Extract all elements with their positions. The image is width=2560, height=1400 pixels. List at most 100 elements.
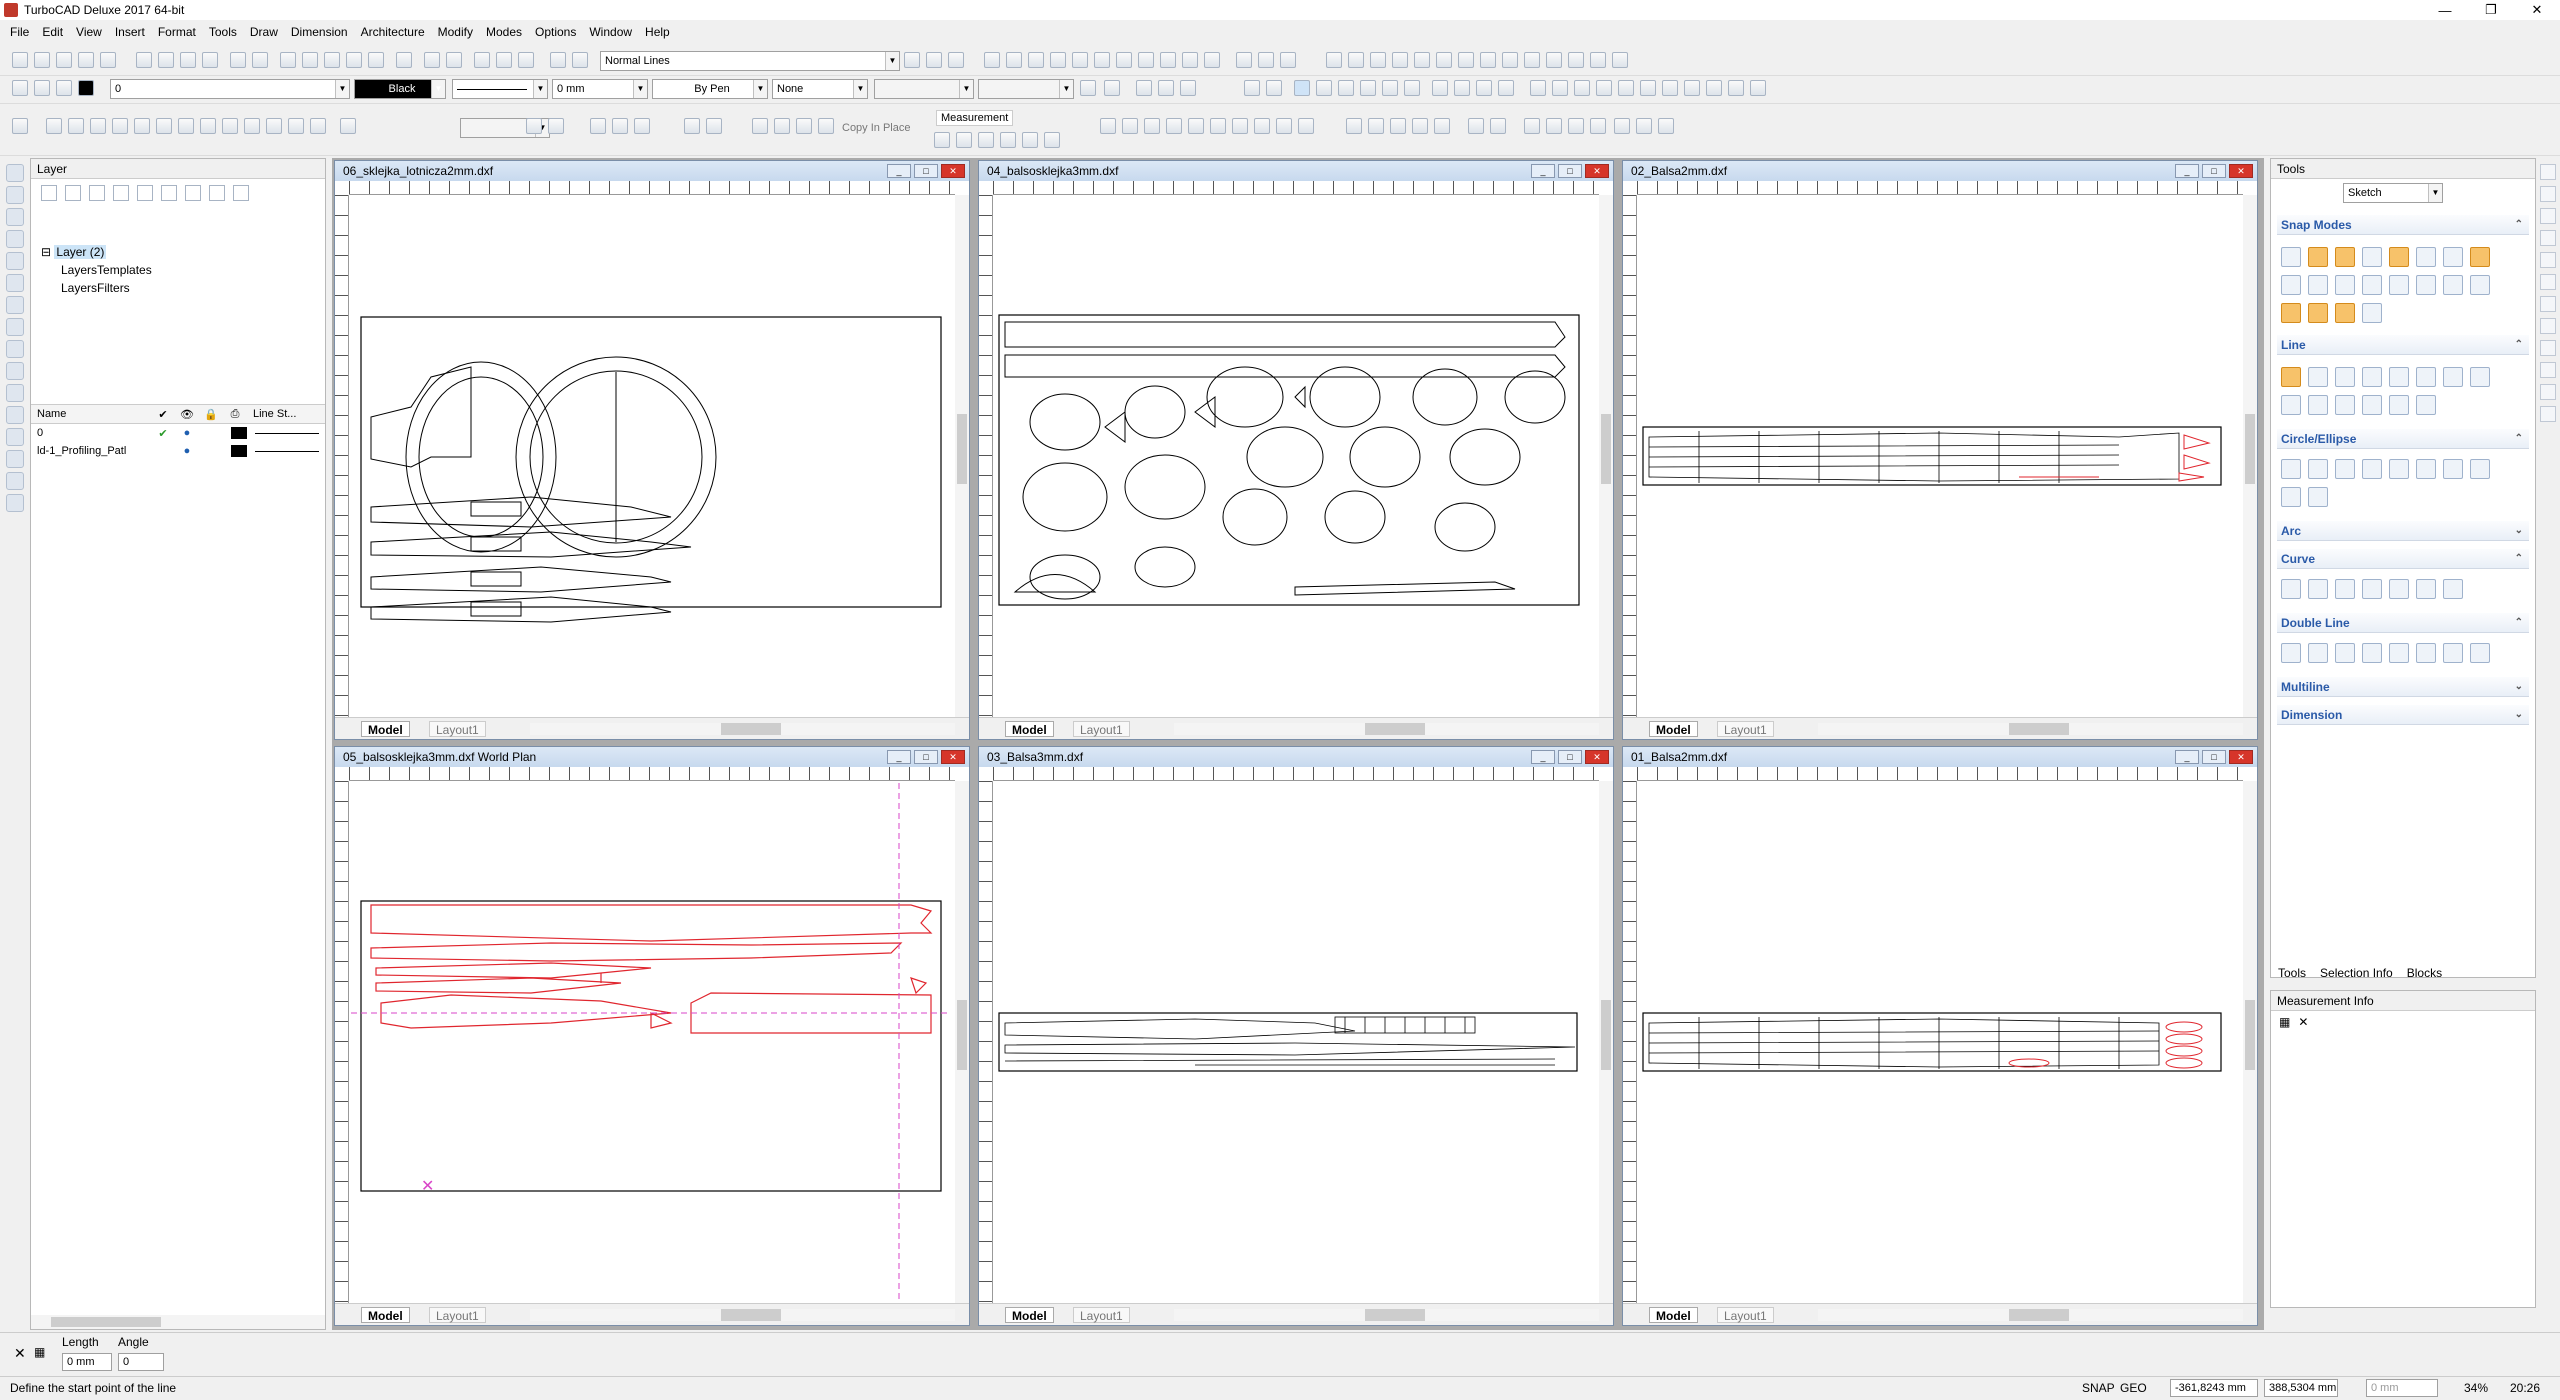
snap-perp-tool-icon[interactable] — [2389, 275, 2409, 295]
model-tab[interactable]: Model — [1649, 1307, 1698, 1323]
model-tab[interactable]: Model — [1649, 721, 1698, 737]
polygon-tool-icon[interactable] — [1210, 118, 1226, 134]
view-left-icon[interactable] — [1596, 80, 1612, 96]
selection-info-tab[interactable]: Selection Info — [2320, 966, 2393, 980]
menu-tools[interactable]: Tools — [209, 25, 237, 39]
line-circle-icon[interactable] — [2281, 395, 2301, 415]
move-icon[interactable] — [752, 118, 768, 134]
snap-center-icon[interactable] — [1050, 52, 1066, 68]
match-properties-icon[interactable] — [202, 52, 218, 68]
visible-eye-icon[interactable]: ● — [175, 427, 199, 439]
loft-icon[interactable] — [244, 118, 260, 134]
dimension-draw-icon[interactable] — [6, 340, 24, 358]
layer-add-icon[interactable] — [137, 185, 153, 201]
snap-grid-icon[interactable] — [984, 52, 1000, 68]
layout-tab[interactable]: Layout1 — [429, 721, 486, 737]
circle-3pt-icon[interactable] — [2335, 459, 2355, 479]
spline-tool-icon[interactable] — [1232, 118, 1248, 134]
cylinder-icon[interactable] — [68, 118, 84, 134]
snap-vertex-tool-icon[interactable] — [2308, 247, 2328, 267]
rectangle-icon[interactable] — [2389, 367, 2409, 387]
snap-cross-icon[interactable] — [2416, 275, 2436, 295]
layout-tab[interactable]: Layout1 — [1073, 1307, 1130, 1323]
wedge-icon[interactable] — [134, 118, 150, 134]
drawing-canvas[interactable] — [1639, 783, 2243, 1303]
arc-tool-icon[interactable] — [1144, 118, 1160, 134]
viewport-maximize-button[interactable]: □ — [1558, 164, 1582, 178]
spring-icon[interactable] — [310, 118, 326, 134]
snap-percent-tool-icon[interactable] — [2308, 275, 2328, 295]
tools-mode-select[interactable]: Sketch ▼ — [2343, 183, 2443, 203]
layer-eye-icon[interactable] — [56, 80, 72, 96]
properties-icon[interactable] — [518, 52, 534, 68]
trim-icon[interactable] — [1346, 118, 1362, 134]
viewport-05-balsosklejka[interactable]: 05_balsosklejka3mm.dxf World Plan _□✕ — [334, 746, 970, 1326]
layer-linestyle-sample[interactable] — [255, 450, 319, 452]
measure-volume-icon[interactable] — [1044, 132, 1060, 148]
curve-sketch-icon[interactable] — [2443, 579, 2463, 599]
bezier-icon[interactable] — [2308, 579, 2328, 599]
pan-icon[interactable] — [368, 52, 384, 68]
help-pointer-icon[interactable] — [904, 52, 920, 68]
property-icon[interactable] — [1104, 80, 1120, 96]
viewport-title-bar[interactable]: 06_sklejka_lotnicza2mm.dxf _ □ ✕ — [335, 161, 969, 181]
measure-area-icon[interactable] — [1000, 132, 1016, 148]
section-arc[interactable]: Arc ⌄ — [2277, 521, 2529, 541]
circle-ttt-icon[interactable] — [2389, 459, 2409, 479]
layer-properties-icon[interactable] — [209, 185, 225, 201]
circle-center-icon[interactable] — [2281, 459, 2301, 479]
print-preview-strip-icon[interactable] — [2540, 340, 2556, 356]
drawing-canvas[interactable] — [1639, 197, 2243, 717]
layer-tree-root[interactable]: ⊟ Layer (2) — [41, 243, 315, 261]
book-icon[interactable] — [926, 52, 942, 68]
layer-delete-icon[interactable] — [161, 185, 177, 201]
viewport-01-balsa[interactable]: 01_Balsa2mm.dxf _ □ ✕ Model Layout1 — [1622, 746, 2258, 1326]
line-angle-icon[interactable] — [2308, 367, 2328, 387]
layer-color-swatch[interactable] — [231, 445, 247, 457]
blank-select-2[interactable]: ▼ — [978, 79, 1074, 99]
join-icon[interactable] — [1490, 118, 1506, 134]
layer-refresh-icon[interactable] — [113, 185, 129, 201]
hatch-icon[interactable] — [1480, 52, 1496, 68]
layers-icon[interactable] — [496, 52, 512, 68]
measure-distance-icon[interactable] — [1432, 80, 1448, 96]
print-strip-icon[interactable] — [2540, 252, 2556, 268]
ellipse-rotated-icon[interactable] — [2308, 487, 2328, 507]
layer-lock-icon[interactable] — [233, 185, 249, 201]
snap-tangent-icon[interactable] — [1116, 52, 1132, 68]
zoom-out-icon[interactable] — [324, 52, 340, 68]
select-tool-icon[interactable] — [6, 164, 24, 182]
meta-tool-icon[interactable] — [1524, 118, 1540, 134]
select-by-color-icon[interactable] — [1382, 80, 1398, 96]
new-file-icon[interactable] — [12, 52, 28, 68]
curve-freehand-icon[interactable] — [2389, 579, 2409, 599]
print-icon[interactable] — [78, 52, 94, 68]
single-line-icon[interactable] — [2281, 367, 2301, 387]
copy-in-place-label[interactable]: Copy In Place — [842, 122, 910, 134]
z-coordinate[interactable]: 0 mm — [2366, 1379, 2438, 1397]
close-button[interactable]: ✕ — [2514, 0, 2560, 20]
hand-strip-icon[interactable] — [2540, 362, 2556, 378]
key-delete-icon[interactable] — [1658, 118, 1674, 134]
extend-icon[interactable] — [1368, 118, 1384, 134]
snap-quadrant-icon[interactable] — [1072, 52, 1088, 68]
viewport-minimize-button[interactable]: _ — [887, 750, 911, 764]
line-offset-icon[interactable] — [2335, 395, 2355, 415]
double-join-icon[interactable] — [2470, 643, 2490, 663]
length-input[interactable]: 0 mm — [62, 1353, 112, 1371]
dimension-strip-icon[interactable] — [2540, 384, 2556, 400]
viewport-minimize-button[interactable]: _ — [887, 164, 911, 178]
cone-icon[interactable] — [112, 118, 128, 134]
curve-draw-icon[interactable] — [6, 252, 24, 270]
section-curve[interactable]: Curve ⌃ — [2277, 549, 2529, 569]
sweep-icon[interactable] — [222, 118, 238, 134]
menu-help[interactable]: Help — [645, 25, 670, 39]
checkmark-icon[interactable]: ✔ — [151, 427, 175, 440]
section-double-line[interactable]: Double Line ⌃ — [2277, 613, 2529, 633]
layout-tab[interactable]: Layout1 — [1073, 721, 1130, 737]
array-icon[interactable] — [684, 118, 700, 134]
insert-block-icon[interactable] — [1524, 52, 1540, 68]
spline-icon[interactable] — [2281, 579, 2301, 599]
snap-arc-tool-icon[interactable] — [2389, 247, 2409, 267]
viewport-maximize-button[interactable]: □ — [2202, 750, 2226, 764]
